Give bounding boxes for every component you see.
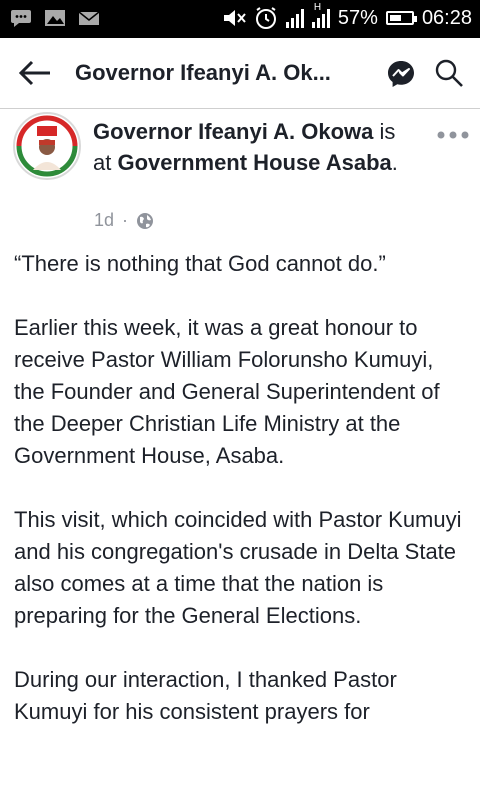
post-time[interactable]: 1d xyxy=(94,210,114,231)
alarm-icon xyxy=(255,7,276,29)
search-icon[interactable] xyxy=(434,58,464,88)
clock: 06:28 xyxy=(421,6,472,29)
chat-notification-icon xyxy=(11,10,31,27)
back-arrow-icon[interactable] xyxy=(18,60,52,86)
location-link[interactable]: Government House Asaba xyxy=(117,150,391,175)
signal-icon xyxy=(285,8,304,28)
post-meta: 1d · xyxy=(94,210,154,231)
page-title: Governor Ifeanyi A. Ok... xyxy=(75,60,331,85)
post-paragraph-1: “There is nothing that God cannot do.” xyxy=(14,251,386,276)
post-paragraph-3: This visit, which coincided with Pastor … xyxy=(14,507,462,628)
status-bar: H 57% 06:28 xyxy=(0,0,480,38)
author-avatar[interactable] xyxy=(13,112,81,180)
post-body: “There is nothing that God cannot do.” E… xyxy=(14,248,469,760)
period: . xyxy=(391,150,398,175)
image-notification-icon xyxy=(45,10,65,26)
mail-notification-icon xyxy=(78,11,100,25)
battery-level xyxy=(389,15,401,21)
globe-icon xyxy=(137,212,154,229)
post-paragraph-2: Earlier this week, it was a great honour… xyxy=(14,315,440,468)
more-options-icon[interactable] xyxy=(436,130,470,140)
signal-h-icon: H xyxy=(311,2,330,28)
post-author-line: Governor Ifeanyi A. Okowa is at Governme… xyxy=(93,116,413,178)
battery-icon xyxy=(385,11,417,25)
battery-percent: 57% xyxy=(337,6,378,29)
meta-separator: · xyxy=(122,210,129,230)
avatar-image xyxy=(16,115,78,177)
messenger-icon[interactable] xyxy=(386,59,416,89)
mute-icon xyxy=(223,10,246,26)
app-header: Governor Ifeanyi A. Ok... xyxy=(0,38,480,109)
post-paragraph-4: During our interaction, I thanked Pastor… xyxy=(14,667,397,724)
author-name[interactable]: Governor Ifeanyi A. Okowa xyxy=(93,119,373,144)
